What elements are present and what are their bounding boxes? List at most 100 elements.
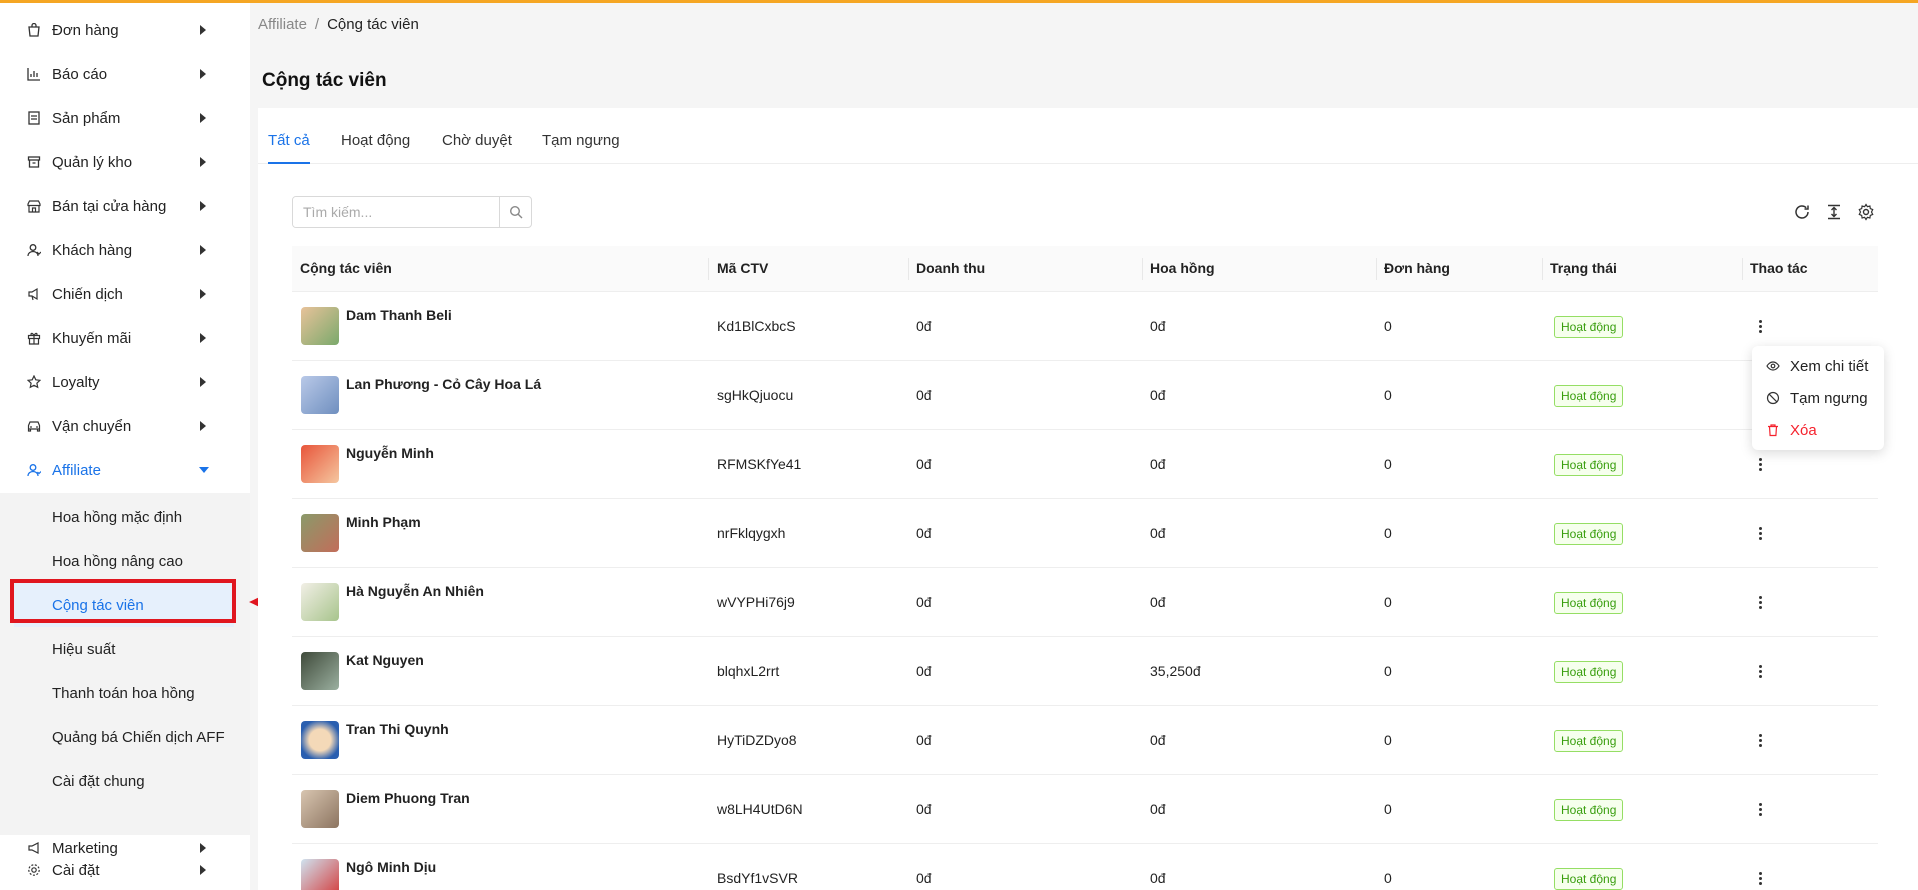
commission-value: 0đ — [1150, 594, 1166, 610]
sidebar-item-label: Affiliate — [52, 461, 101, 479]
collaborator-name: Nguyễn Minh — [346, 445, 434, 461]
tab-suspended[interactable]: Tạm ngưng — [542, 132, 620, 164]
sidebar-item-shipping[interactable]: Vận chuyển — [0, 404, 250, 448]
collaborator-name: Minh Phạm — [346, 514, 421, 530]
commission-value: 35,250đ — [1150, 663, 1201, 679]
column-height-icon[interactable] — [1824, 202, 1844, 222]
caret-right-icon — [200, 69, 206, 79]
chart-icon — [26, 66, 42, 82]
collaborator-code: Kd1BlCxbcS — [717, 318, 796, 334]
more-actions-icon[interactable] — [1752, 590, 1768, 614]
submenu-item-general-settings[interactable]: Cài đặt chung — [0, 759, 250, 803]
status-badge: Hoạt động — [1554, 523, 1624, 545]
revenue-value: 0đ — [916, 594, 932, 610]
avatar — [301, 859, 339, 890]
collaborator-code: blqhxL2rrt — [717, 663, 780, 679]
submenu-item-performance[interactable]: Hiệu suất — [0, 627, 250, 671]
table-row: Lan Phương - Cỏ Cây Hoa Lá sgHkQjuocu 0đ… — [292, 361, 1878, 430]
table-row: Diem Phuong Tran w8LH4UtD6N 0đ 0đ 0 Hoạt… — [292, 775, 1878, 844]
sidebar-item-products[interactable]: Sản phẩm — [0, 96, 250, 140]
settings-icon[interactable] — [1856, 202, 1876, 222]
status-badge: Hoạt động — [1554, 661, 1624, 683]
sidebar-item-label: Chiến dịch — [52, 285, 123, 303]
table-header: Cộng tác viên Mã CTV Doanh thu Hoa hồng … — [292, 246, 1878, 292]
more-actions-icon[interactable] — [1752, 866, 1768, 890]
more-actions-icon[interactable] — [1752, 659, 1768, 683]
sidebar-item-label: Khách hàng — [52, 241, 133, 259]
breadcrumb-separator: / — [314, 16, 320, 33]
menu-item-label: Xóa — [1790, 421, 1817, 439]
sidebar-item-loyalty[interactable]: Loyalty — [0, 360, 250, 404]
sidebar-item-inventory[interactable]: Quản lý kho — [0, 140, 250, 184]
orders-value: 0 — [1384, 456, 1392, 472]
tab-active[interactable]: Hoạt động — [341, 132, 410, 164]
column-divider — [1542, 258, 1543, 280]
caret-right-icon — [200, 333, 206, 343]
collaborator-name: Ngô Minh Dịu — [346, 859, 437, 875]
refresh-icon[interactable] — [1792, 202, 1812, 222]
star-icon — [26, 374, 42, 390]
column-divider — [1142, 258, 1143, 280]
tab-pending[interactable]: Chờ duyệt — [442, 132, 512, 164]
submenu-item-label: Cài đặt chung — [52, 772, 145, 790]
orders-value: 0 — [1384, 318, 1392, 334]
more-actions-icon[interactable] — [1752, 314, 1768, 338]
menu-item-suspend[interactable]: Tạm ngưng — [1766, 386, 1868, 410]
column-divider — [908, 258, 909, 280]
table-row: Kat Nguyen blqhxL2rrt 0đ 35,250đ 0 Hoạt … — [292, 637, 1878, 706]
submenu-item-label: Quảng bá Chiến dịch AFF — [52, 728, 225, 746]
avatar — [301, 652, 339, 690]
status-badge: Hoạt động — [1554, 730, 1624, 752]
bag-icon — [26, 22, 42, 38]
sidebar-item-reports[interactable]: Báo cáo — [0, 52, 250, 96]
trash-icon — [1766, 423, 1780, 437]
column-divider — [708, 258, 709, 280]
search-box — [292, 196, 532, 228]
more-actions-icon[interactable] — [1752, 728, 1768, 752]
collaborator-code: wVYPHi76j9 — [717, 594, 795, 610]
breadcrumb-parent[interactable]: Affiliate — [258, 16, 307, 33]
submenu-item-commission-payment[interactable]: Thanh toán hoa hồng — [0, 671, 250, 715]
commission-value: 0đ — [1150, 525, 1166, 541]
status-badge: Hoạt động — [1554, 454, 1624, 476]
table-row: Tran Thi Quynh HyTiDZDyo8 0đ 0đ 0 Hoạt đ… — [292, 706, 1878, 775]
table-row: Hà Nguyễn An Nhiên wVYPHi76j9 0đ 0đ 0 Ho… — [292, 568, 1878, 637]
sidebar-item-settings[interactable]: Cài đặt — [0, 848, 250, 890]
orders-value: 0 — [1384, 525, 1392, 541]
search-input[interactable] — [293, 197, 500, 227]
sidebar-item-customers[interactable]: Khách hàng — [0, 228, 250, 272]
collaborator-name: Hà Nguyễn An Nhiên — [346, 583, 484, 599]
more-actions-icon[interactable] — [1752, 797, 1768, 821]
revenue-value: 0đ — [916, 663, 932, 679]
submenu-item-label: Hoa hồng mặc định — [52, 508, 183, 526]
more-actions-icon[interactable] — [1752, 521, 1768, 545]
status-badge: Hoạt động — [1554, 316, 1624, 338]
sidebar-item-promotions[interactable]: Khuyến mãi — [0, 316, 250, 360]
sidebar-item-store-sales[interactable]: Bán tại cửa hàng — [0, 184, 250, 228]
sidebar-item-affiliate[interactable]: Affiliate — [0, 448, 250, 492]
submenu-item-advanced-commission[interactable]: Hoa hồng nâng cao — [0, 539, 250, 583]
orders-value: 0 — [1384, 870, 1392, 886]
column-header-actions: Thao tác — [1750, 260, 1808, 276]
gift-icon — [26, 330, 42, 346]
actions-dropdown-menu: Xem chi tiết Tạm ngưng Xóa — [1752, 346, 1884, 450]
sidebar-item-label: Khuyến mãi — [52, 329, 132, 347]
submenu-item-default-commission[interactable]: Hoa hồng mặc định — [0, 495, 250, 539]
avatar — [301, 790, 339, 828]
sidebar-item-label: Sản phẩm — [52, 109, 121, 127]
sidebar-item-campaigns[interactable]: Chiến dịch — [0, 272, 250, 316]
avatar — [301, 307, 339, 345]
menu-item-view-details[interactable]: Xem chi tiết — [1766, 354, 1868, 378]
search-button[interactable] — [499, 197, 531, 227]
submenu-item-aff-campaign[interactable]: Quảng bá Chiến dịch AFF — [0, 715, 250, 759]
collaborator-code: sgHkQjuocu — [717, 387, 794, 403]
sidebar-item-label: Báo cáo — [52, 65, 108, 83]
caret-right-icon — [200, 377, 206, 387]
menu-item-delete[interactable]: Xóa — [1766, 418, 1817, 442]
tab-all[interactable]: Tất cả — [268, 132, 310, 164]
sidebar-item-orders[interactable]: Đơn hàng — [0, 8, 250, 52]
submenu-item-label: Hoa hồng nâng cao — [52, 552, 183, 570]
more-actions-icon[interactable] — [1752, 452, 1768, 476]
revenue-value: 0đ — [916, 387, 932, 403]
revenue-value: 0đ — [916, 870, 932, 886]
